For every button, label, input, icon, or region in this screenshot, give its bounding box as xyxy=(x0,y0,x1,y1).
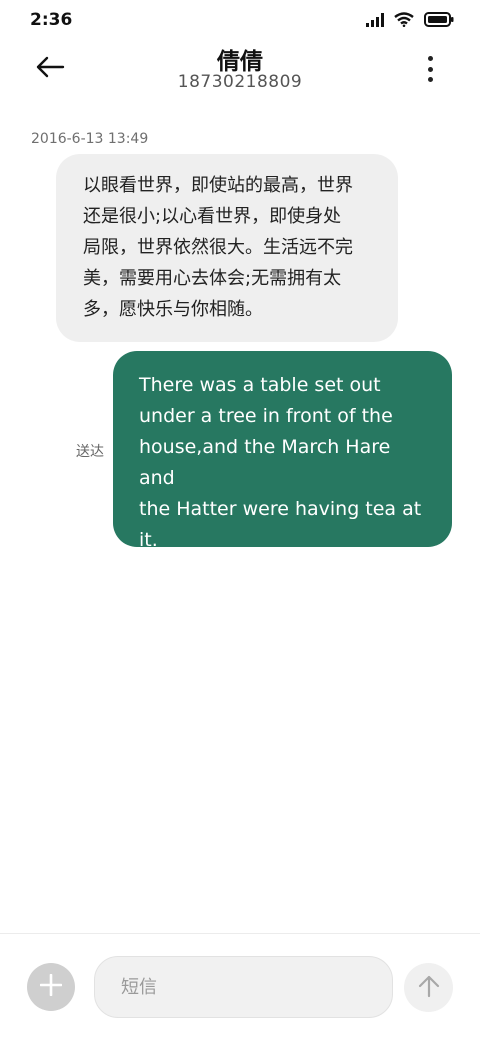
arrow-up-icon xyxy=(418,974,440,1002)
status-icons xyxy=(366,12,454,31)
wifi-icon xyxy=(394,12,414,31)
battery-icon xyxy=(424,12,454,31)
status-time: 2:36 xyxy=(30,10,73,30)
message-line: 还是很小;以心看世界，即使身处 xyxy=(83,206,342,227)
incoming-message-bubble[interactable]: 以眼看世界，即使站的最高，世界 还是很小;以心看世界，即使身处 局限，世界依然很… xyxy=(56,154,398,342)
message-line: 局限，世界依然很大。生活远不完 xyxy=(83,237,353,258)
send-button[interactable] xyxy=(404,963,453,1012)
delivery-status: 送达 xyxy=(76,444,104,460)
more-vertical-icon xyxy=(427,56,433,61)
message-line: There was a table set out xyxy=(139,374,381,396)
more-dot xyxy=(427,77,433,82)
signal-icon xyxy=(366,12,384,31)
composer-divider xyxy=(0,933,480,934)
outgoing-message-bubble[interactable]: There was a table set out under a tree i… xyxy=(113,351,452,551)
status-bar: 2:36 xyxy=(0,0,480,40)
message-line: under a tree in front of the xyxy=(139,405,393,427)
message-line: 美，需要用心去体会;无需拥有太 xyxy=(83,268,342,289)
contact-phone-number: 18730218809 xyxy=(177,72,303,92)
attach-button[interactable] xyxy=(27,963,75,1011)
message-line: it. xyxy=(139,529,158,551)
message-line: 以眼看世界，即使站的最高，世界 xyxy=(83,175,353,196)
message-input[interactable] xyxy=(94,956,393,1018)
message-line: house,and the March Hare and xyxy=(139,436,391,489)
more-options-button[interactable] xyxy=(420,56,440,82)
plus-icon xyxy=(39,973,63,1000)
message-timestamp: 2016-6-13 13:49 xyxy=(31,131,149,147)
message-line: the Hatter were having tea at xyxy=(139,498,422,520)
more-dot xyxy=(427,66,433,72)
message-line: 多，愿快乐与你相随。 xyxy=(83,299,263,320)
contact-name: 倩倩 xyxy=(217,49,263,75)
